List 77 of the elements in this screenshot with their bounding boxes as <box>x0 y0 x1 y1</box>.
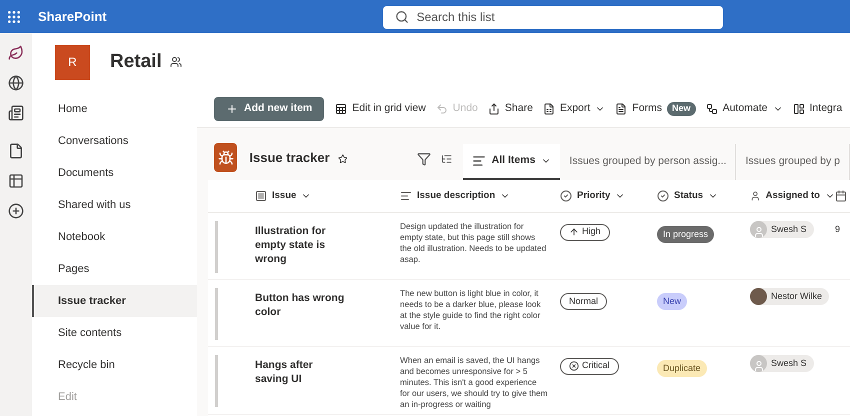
column-header[interactable]: Status <box>674 188 718 204</box>
avatar-icon <box>750 355 767 372</box>
date-cell-text: 9 <box>835 223 840 236</box>
share-icon <box>488 103 500 115</box>
column-choice-icon <box>657 190 669 202</box>
column-header[interactable]: Issue description <box>417 188 510 204</box>
column-header[interactable]: Priority <box>577 188 626 204</box>
teams-icon[interactable] <box>170 56 182 68</box>
site-title: Retail <box>110 50 162 74</box>
group-icon[interactable] <box>441 152 453 166</box>
view-tab[interactable]: All Items <box>462 144 560 180</box>
column-person-icon <box>750 190 761 202</box>
x-circle-icon <box>569 361 579 371</box>
flow-icon <box>706 103 718 115</box>
file-icon[interactable] <box>8 143 24 159</box>
column-header[interactable]: Assigned to <box>766 188 835 204</box>
nav-item[interactable]: Home <box>32 93 197 125</box>
column-text-icon <box>400 190 412 202</box>
toolbar-button[interactable]: Share <box>488 101 533 117</box>
toolbar-button[interactable]: Export <box>542 101 606 117</box>
person-chip[interactable]: Swesh S <box>750 355 814 372</box>
nav-item[interactable]: Recycle bin <box>32 349 197 381</box>
nav-item[interactable]: Pages <box>32 253 197 285</box>
add-item-button[interactable]: Add new item <box>214 97 324 121</box>
nav-item[interactable]: Site contents <box>32 317 197 349</box>
site-logo: R <box>55 44 90 80</box>
nav-item[interactable]: Notebook <box>32 221 197 253</box>
toolbar-button[interactable]: Integra <box>792 101 842 117</box>
toolbar-button[interactable]: Edit in grid view <box>335 101 426 117</box>
create-icon[interactable] <box>8 203 24 219</box>
issue-description: Design updated the illustration for empty state, but this page still shows the old illustration. Needs to be updated asap. <box>400 221 548 265</box>
undo-icon <box>436 103 448 115</box>
nav-item[interactable]: Conversations <box>32 125 197 157</box>
plus-icon <box>226 103 238 115</box>
toolbar-button[interactable]: Forms New <box>615 101 696 117</box>
person-chip[interactable]: Nestor Wilke <box>750 288 830 305</box>
list-view-icon <box>472 154 486 168</box>
filter-icon[interactable] <box>417 152 432 166</box>
app-name[interactable]: SharePoint <box>38 6 107 26</box>
priority-pill: Critical <box>560 358 619 374</box>
new-badge: New <box>667 102 696 116</box>
issue-title[interactable]: Button has wrong color <box>255 291 345 319</box>
column-date-icon <box>835 190 847 202</box>
priority-pill: High <box>560 224 610 240</box>
leaf-icon[interactable] <box>8 45 24 61</box>
nav-item[interactable]: Issue tracker <box>32 285 197 317</box>
issue-description: The new button is light blue in color, it needs to be a darker blue, please look at the style guide to find the right color value for it. <box>400 288 542 332</box>
status-pill: In progress <box>657 226 714 244</box>
status-pill: Duplicate <box>657 360 707 378</box>
avatar-icon <box>750 221 767 238</box>
priority-pill: Normal <box>560 293 608 310</box>
globe-icon[interactable] <box>8 75 24 91</box>
avatar-photo-placeholder <box>750 288 767 305</box>
column-header[interactable]: Issue <box>272 188 312 204</box>
spreadsheet-icon <box>542 103 555 115</box>
panel-icon <box>792 103 805 115</box>
person-chip[interactable]: Swesh S <box>750 221 814 238</box>
toolbar-button[interactable]: Automate <box>706 101 783 117</box>
column-choice-icon <box>560 190 572 202</box>
favorite-icon[interactable] <box>338 153 348 165</box>
status-pill: New <box>657 293 688 310</box>
issue-title[interactable]: Hangs after saving UI <box>255 358 345 386</box>
document-icon <box>615 103 628 115</box>
list-title: Issue tracker <box>249 148 330 166</box>
search-field[interactable]: Search this list <box>382 6 723 28</box>
nav-item[interactable]: Shared with us <box>32 189 197 221</box>
news-icon[interactable] <box>8 105 24 121</box>
search-icon <box>394 10 409 24</box>
grid-icon <box>335 103 348 115</box>
list-icon[interactable] <box>8 173 24 189</box>
app-launcher-icon[interactable] <box>6 8 22 24</box>
bug-icon <box>218 150 234 166</box>
nav-item[interactable]: Documents <box>32 157 197 189</box>
column-title-icon <box>255 190 267 202</box>
up-arrow-icon <box>569 227 579 237</box>
issue-description: When an email is saved, the UI hangs and becomes unresponsive for > 5 minutes. This isn't a good experience for our users, we should try to give them an in-progress or waiting <box>400 355 548 410</box>
issue-title[interactable]: Illustration for empty state is wrong <box>255 224 345 266</box>
